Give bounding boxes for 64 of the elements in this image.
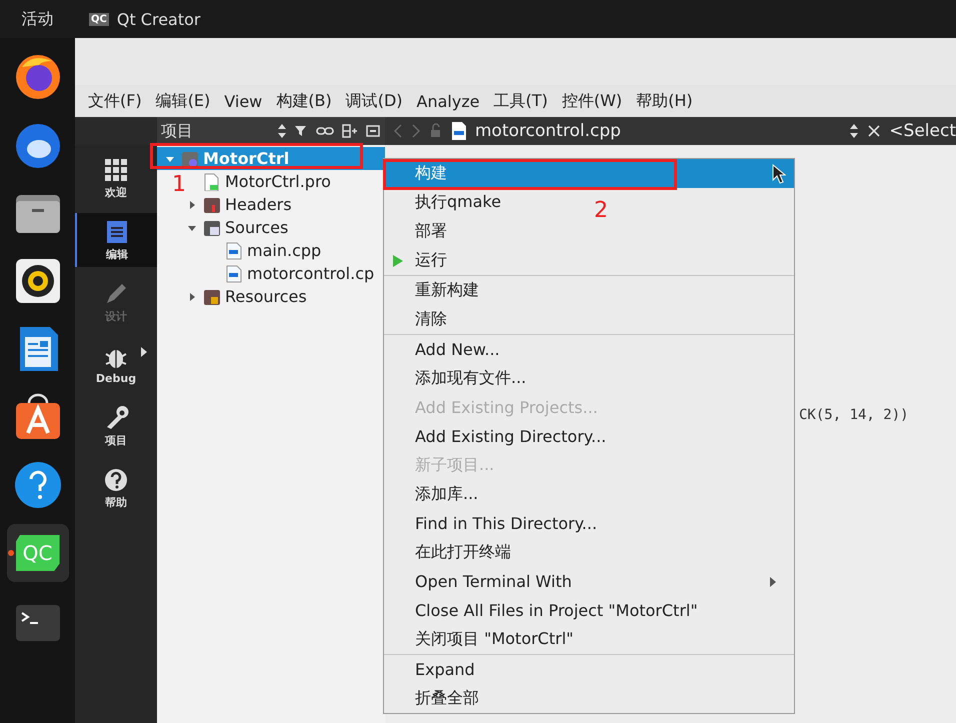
menu-item[interactable]: Analyze (412, 90, 485, 112)
split-icon[interactable] (341, 123, 359, 139)
menu-item[interactable]: 工具(T) (488, 88, 553, 114)
menu-item[interactable]: Open Terminal With (384, 567, 794, 596)
caret-icon (141, 347, 147, 357)
menu-item[interactable]: Add Existing Directory... (384, 422, 614, 451)
menu-item[interactable]: 构建(B) (271, 88, 337, 114)
menu-item[interactable]: View (219, 90, 268, 112)
mode-button[interactable]: 项目 (75, 399, 157, 453)
menu-item[interactable]: 控件(W) (556, 88, 628, 114)
grid-icon (103, 156, 129, 182)
step-number: 1 (172, 172, 186, 197)
menu-item[interactable]: 清除 (384, 305, 455, 334)
menu-item[interactable]: Expand (384, 655, 483, 684)
menu-item[interactable]: 编辑(E) (150, 88, 216, 114)
code-line: CK(5, 14, 2)) (799, 407, 909, 423)
tree-item[interactable]: main.cpp (221, 239, 322, 262)
tree-item[interactable]: Sources (199, 216, 288, 239)
submenu-arrow-icon (770, 576, 776, 586)
app-logo: QC (89, 12, 109, 26)
menu-item[interactable]: 关闭项目 "MotorCtrl" (384, 625, 582, 654)
close-icon[interactable] (867, 124, 882, 138)
menu-item[interactable]: 文件(F) (83, 88, 147, 114)
tree-item[interactable]: MotorCtrl.pro (199, 170, 331, 193)
sort-arrows-icon[interactable] (849, 123, 860, 139)
folder-icon (203, 218, 221, 236)
tree-item[interactable]: Headers (199, 193, 292, 216)
close-panel-icon[interactable] (365, 123, 381, 139)
step-number: 2 (594, 198, 608, 223)
file-icon (203, 172, 221, 190)
menu-item[interactable]: 执行qmake (384, 188, 510, 217)
panel-title: 项目 (161, 120, 194, 142)
symbol-selector[interactable]: <Select (889, 121, 956, 141)
menu-item[interactable]: 在此打开终端 (384, 538, 519, 567)
menu-item[interactable]: 添加现有文件... (384, 364, 534, 393)
menu-item[interactable]: Find in This Directory... (384, 509, 606, 538)
cpp-file-icon (225, 264, 243, 282)
menu-item[interactable]: Close All Files in Project "MotorCtrl" (384, 596, 706, 625)
help-icon (103, 466, 129, 492)
sort-arrows-icon[interactable] (277, 123, 287, 139)
file-icon (451, 121, 467, 141)
document-icon (104, 218, 130, 244)
menu-item[interactable]: 调试(D) (340, 88, 408, 114)
play-icon (392, 254, 404, 268)
tree-item[interactable]: Resources (199, 285, 307, 308)
mode-button[interactable]: 欢迎 (75, 151, 157, 205)
tree-item[interactable]: motorcontrol.cp (221, 262, 374, 285)
filter-icon[interactable] (293, 123, 309, 139)
menu-item[interactable]: 帮助(H) (631, 88, 698, 114)
menu-item[interactable]: 运行 (384, 246, 455, 275)
mouse-pointer-icon (772, 164, 786, 184)
activities-button[interactable]: 活动 (0, 8, 75, 30)
mode-button[interactable]: 编辑 (75, 213, 157, 267)
editor-tab[interactable]: motorcontrol.cpp (475, 121, 621, 141)
menu-item[interactable]: 重新构建 (384, 276, 487, 305)
folder-icon (203, 196, 221, 214)
mode-button[interactable]: 帮助 (75, 461, 157, 515)
app-name[interactable]: Qt Creator (116, 10, 200, 28)
menu-item[interactable]: 添加库... (384, 480, 486, 509)
menu-item[interactable]: 折叠全部 (384, 684, 487, 713)
cpp-file-icon (225, 242, 243, 260)
mode-button[interactable]: Debug (75, 337, 157, 391)
menu-item[interactable]: 部署 (384, 217, 455, 246)
menu-item[interactable]: Add New... (384, 335, 508, 364)
